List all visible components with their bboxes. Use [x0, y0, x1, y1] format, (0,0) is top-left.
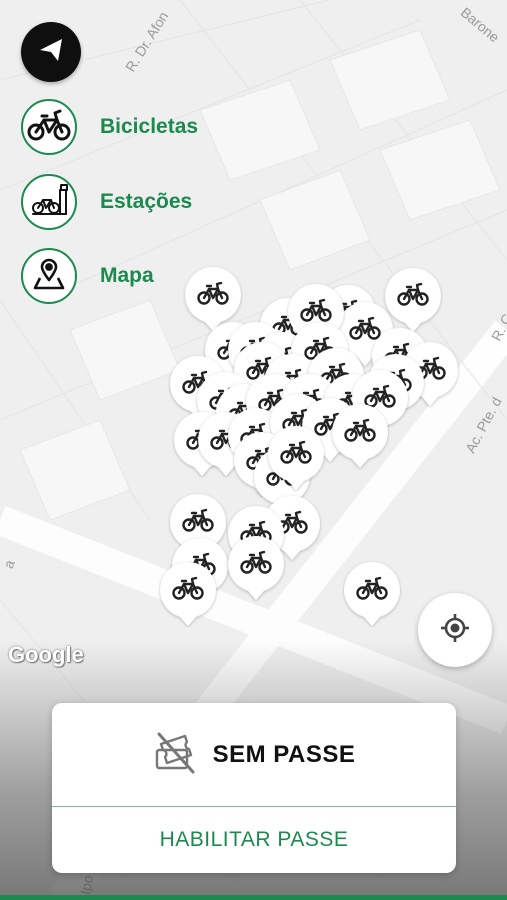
bicycle-icon — [228, 536, 284, 600]
station-icon — [29, 182, 69, 223]
bike-pin[interactable] — [330, 402, 390, 470]
filter-bicicletas[interactable]: Bicicletas — [21, 96, 198, 158]
filter-mapa[interactable]: Mapa — [21, 245, 154, 307]
filter-bicicletas-circle — [21, 99, 77, 155]
filter-mapa-circle — [21, 248, 77, 304]
bicycle-icon — [268, 426, 324, 490]
bicycle-icon — [160, 562, 216, 626]
enable-pass-button[interactable]: HABILITAR PASSE — [52, 807, 456, 873]
bike-pin[interactable] — [226, 534, 286, 602]
navigation-button[interactable] — [21, 22, 81, 82]
no-ticket-icon — [153, 730, 197, 779]
card-divider — [52, 806, 456, 807]
pass-status: SEM PASSE — [212, 740, 356, 768]
street-label: Ipo — [77, 873, 97, 896]
google-attribution: Google — [8, 642, 84, 667]
bicycle-icon — [344, 562, 400, 626]
filter-estacoes-label: Estações — [100, 190, 193, 213]
pass-status-row: SEM PASSE — [52, 703, 456, 806]
bicycle-icon — [332, 404, 388, 468]
map-pin-icon — [31, 256, 67, 297]
pass-card: SEM PASSE HABILITAR PASSE — [52, 703, 456, 873]
filter-estacoes[interactable]: Estações — [21, 171, 192, 233]
bike-pin[interactable] — [158, 560, 218, 628]
locate-crosshair-icon — [440, 613, 470, 648]
bike-pin[interactable] — [342, 560, 402, 628]
bike-pin[interactable] — [266, 424, 326, 492]
bicycle-icon — [27, 108, 71, 147]
filter-estacoes-circle — [21, 174, 77, 230]
filter-mapa-label: Mapa — [100, 264, 154, 287]
filter-bicicletas-label: Bicicletas — [100, 115, 199, 138]
bottom-accent-bar — [0, 895, 507, 900]
navigation-arrow-icon — [37, 36, 65, 69]
locate-button[interactable] — [418, 593, 492, 667]
